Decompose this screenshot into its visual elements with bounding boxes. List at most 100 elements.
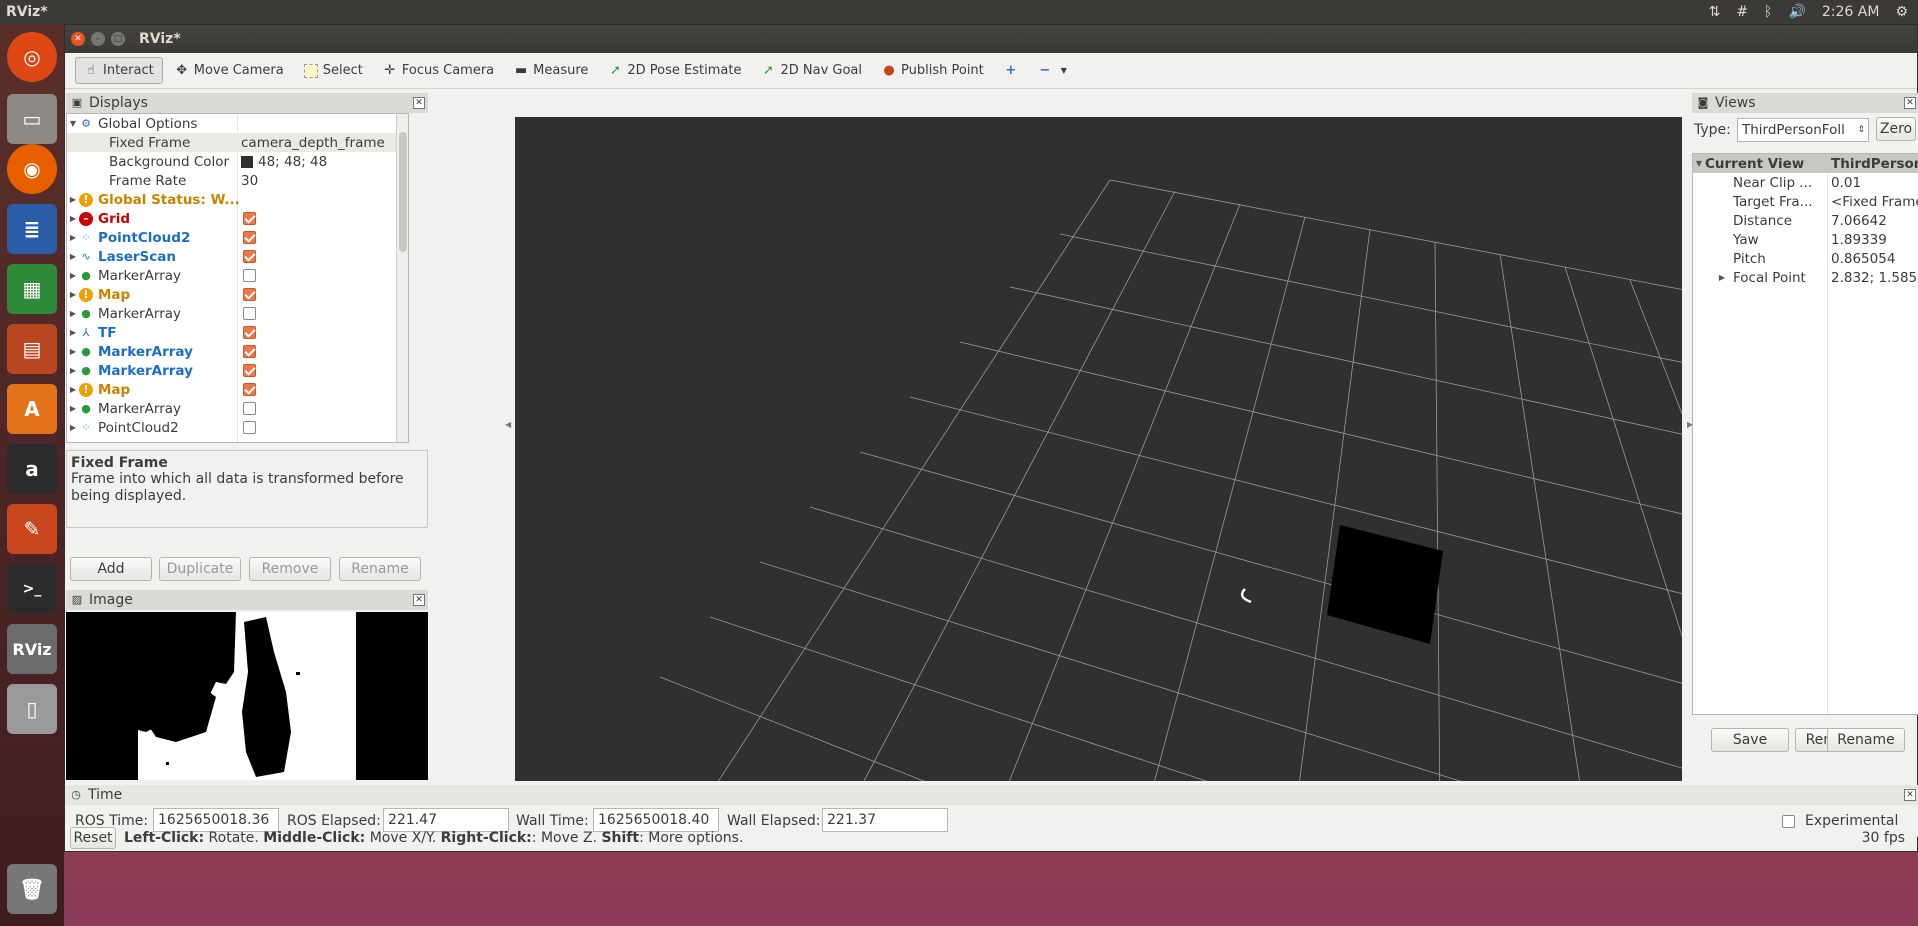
gear-icon[interactable]: ⚙ [1895, 4, 1908, 20]
expand-icon[interactable]: ▶ [67, 404, 79, 413]
bluetooth-icon[interactable]: ᛒ [1764, 4, 1772, 20]
expand-down-icon[interactable]: ▼ [1693, 159, 1705, 168]
view-property-row[interactable]: Yaw 1.89339 [1693, 230, 1918, 249]
current-view-row[interactable]: ▼ Current View ThirdPersonFoll... [1693, 154, 1918, 173]
nav-goal-tool[interactable]: ➚ 2D Nav Goal [753, 58, 870, 83]
color-swatch[interactable] [241, 155, 253, 168]
scrollbar[interactable] [396, 114, 408, 442]
settings-icon[interactable]: ✎ [7, 504, 57, 554]
save-view-button[interactable]: Save [1711, 728, 1789, 752]
add-tool-button[interactable]: + [996, 59, 1026, 83]
close-icon[interactable]: ✕ [413, 97, 425, 109]
expand-icon[interactable]: ▶ [67, 233, 79, 242]
fixed-frame-value[interactable]: camera_depth_frame [241, 135, 385, 151]
keyboard-icon[interactable]: # [1736, 4, 1748, 20]
view-property-value[interactable]: <Fixed Frame> [1831, 194, 1918, 210]
scrollbar-thumb[interactable] [399, 132, 407, 252]
add-display-button[interactable]: Add [70, 557, 152, 581]
focus-camera-tool[interactable]: ✛ Focus Camera [375, 58, 502, 83]
view-property-value[interactable]: 2.832; 1.5854; 0 [1831, 270, 1918, 286]
display-enabled-checkbox[interactable] [243, 402, 256, 415]
publish-point-tool[interactable]: ● Publish Point [874, 58, 992, 83]
tree-row-fixed-frame[interactable]: Fixed Frame camera_depth_frame [67, 133, 408, 152]
rviz-icon[interactable]: RViz [7, 624, 57, 674]
select-tool[interactable]: Select [296, 58, 371, 83]
display-item[interactable]: ▶ ∿ LaserScan [67, 247, 408, 266]
tree-row-global-options[interactable]: ▼ ⚙ Global Options [67, 114, 408, 133]
software-center-icon[interactable]: A [7, 384, 57, 434]
pose-estimate-tool[interactable]: ➚ 2D Pose Estimate [600, 58, 749, 83]
expand-icon[interactable]: ▶ [67, 271, 79, 280]
media-player-icon[interactable]: ▯ [7, 684, 57, 734]
remove-display-button[interactable]: Remove [249, 557, 331, 581]
close-icon[interactable]: ✕ [1904, 97, 1916, 109]
display-item[interactable]: ▶ – Grid [67, 209, 408, 228]
display-item[interactable]: ▶ ● MarkerArray [67, 361, 408, 380]
view-type-select[interactable]: ThirdPersonFoll ⇕ [1737, 118, 1869, 142]
measure-tool[interactable]: ▬ Measure [506, 58, 596, 83]
display-enabled-checkbox[interactable] [243, 231, 256, 244]
display-enabled-checkbox[interactable] [243, 421, 256, 434]
display-item[interactable]: ▶ ● MarkerArray [67, 304, 408, 323]
view-property-row[interactable]: Distance 7.06642 [1693, 211, 1918, 230]
view-property-value[interactable]: 1.89339 [1831, 232, 1887, 248]
tree-row-background-color[interactable]: Background Color 48; 48; 48 [67, 152, 408, 171]
duplicate-display-button[interactable]: Duplicate [159, 557, 241, 581]
expand-icon[interactable]: ▶ [1693, 273, 1733, 282]
minimize-icon[interactable]: – [91, 32, 105, 46]
impress-icon[interactable]: ▤ [7, 324, 57, 374]
close-icon[interactable]: ✕ [1904, 789, 1916, 801]
display-enabled-checkbox[interactable] [243, 269, 256, 282]
view-property-value[interactable]: 7.06642 [1831, 213, 1887, 229]
display-item[interactable]: ▶ ● MarkerArray [67, 399, 408, 418]
expand-icon[interactable]: ▶ [67, 423, 79, 432]
display-item[interactable]: ▶! Global Status: W... [67, 190, 408, 209]
display-item[interactable]: ▶ ● MarkerArray [67, 342, 408, 361]
ubuntu-dash-icon[interactable]: ◎ [7, 32, 57, 82]
remove-tool-button[interactable]: − ▼ [1030, 59, 1079, 83]
interact-tool[interactable]: ☝ Interact [75, 57, 163, 84]
expand-icon[interactable]: ▶ [67, 366, 79, 375]
display-enabled-checkbox[interactable] [243, 364, 256, 377]
display-item[interactable]: ▶ ⁘ PointCloud2 [67, 418, 408, 437]
expand-icon[interactable]: ▶ [67, 328, 79, 337]
display-item[interactable]: ▶ ⁘ PointCloud2 [67, 228, 408, 247]
tree-row-frame-rate[interactable]: Frame Rate 30 [67, 171, 408, 190]
firefox-icon[interactable]: ◉ [7, 144, 57, 194]
files-icon[interactable]: ▭ [7, 94, 57, 144]
background-color-value[interactable]: 48; 48; 48 [258, 154, 327, 170]
zero-button[interactable]: Zero [1876, 117, 1916, 141]
network-icon[interactable]: ⇅ [1709, 4, 1721, 20]
rename-display-button[interactable]: Rename [339, 557, 421, 581]
display-enabled-checkbox[interactable] [243, 250, 256, 263]
display-enabled-checkbox[interactable] [243, 345, 256, 358]
close-icon[interactable]: ✕ [71, 32, 85, 46]
rename-view-button[interactable]: Rename [1827, 728, 1905, 752]
display-item[interactable]: ▶! Map [67, 285, 408, 304]
3d-render-viewport[interactable] [515, 117, 1682, 781]
view-property-row[interactable]: Target Fra...<Fixed Frame> [1693, 192, 1918, 211]
expand-icon[interactable]: ▶ [67, 347, 79, 356]
display-enabled-checkbox[interactable] [243, 307, 256, 320]
calc-icon[interactable]: ▦ [7, 264, 57, 314]
expand-icon[interactable]: ▶ [67, 385, 79, 394]
close-icon[interactable]: ✕ [413, 594, 425, 606]
expand-down-icon[interactable]: ▼ [67, 119, 79, 128]
view-property-row[interactable]: ▶Focal Point2.832; 1.5854; 0 [1693, 268, 1918, 287]
collapse-left-icon[interactable]: ◀ [505, 420, 511, 429]
view-property-row[interactable]: Pitch 0.865054 [1693, 249, 1918, 268]
expand-icon[interactable]: ▶ [67, 309, 79, 318]
maximize-icon[interactable]: □ [111, 32, 125, 46]
move-camera-tool[interactable]: ✥ Move Camera [167, 58, 292, 83]
amazon-icon[interactable]: a [7, 444, 57, 494]
expand-icon[interactable]: ▶ [67, 252, 79, 261]
terminal-icon[interactable]: >_ [7, 564, 57, 614]
view-property-value[interactable]: 0.01 [1831, 175, 1861, 191]
volume-icon[interactable]: 🔊 [1788, 4, 1805, 20]
display-enabled-checkbox[interactable] [243, 326, 256, 339]
writer-icon[interactable]: ≣ [7, 204, 57, 254]
expand-icon[interactable]: ▶ [67, 214, 79, 223]
view-property-value[interactable]: 0.865054 [1831, 251, 1895, 267]
display-item[interactable]: ▶ ⅄ TF [67, 323, 408, 342]
expand-icon[interactable]: ▶ [67, 290, 79, 299]
